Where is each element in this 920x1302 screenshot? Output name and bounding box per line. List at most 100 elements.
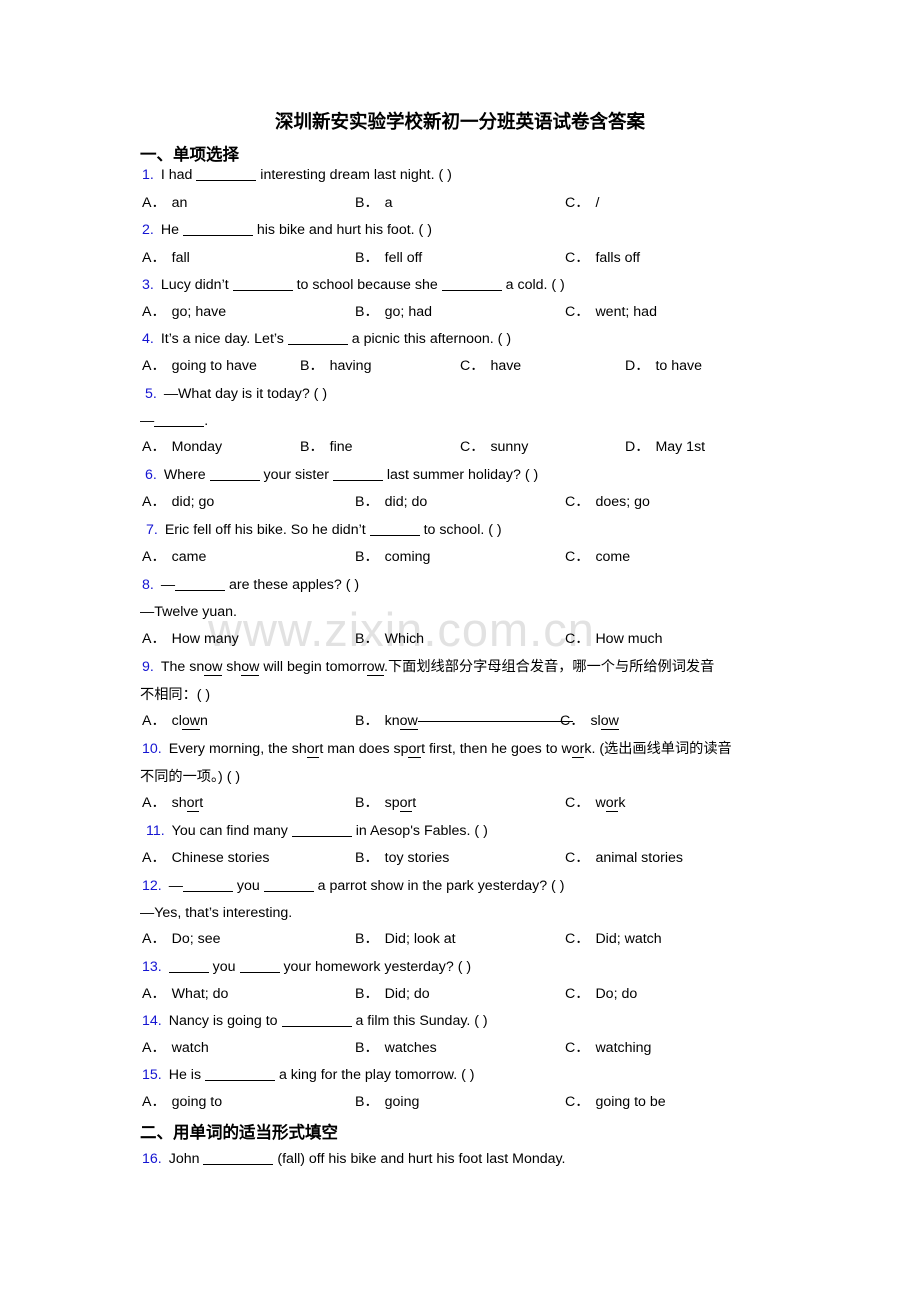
question-number-5: 5. (145, 386, 157, 402)
option-7-a[interactable]: A． came (142, 550, 206, 564)
question-text-12b: you (232, 878, 264, 894)
option-text: going to have (171, 358, 257, 374)
option-7-c[interactable]: C． come (565, 550, 630, 564)
option-text: sp (384, 795, 400, 811)
question-stem-15: 15. He is a king for the play tomorrow. (… (142, 1068, 475, 1082)
option-text: Do; do (595, 986, 638, 1002)
option-letter: A． (142, 1040, 166, 1056)
option-15-a[interactable]: A． going to (142, 1095, 222, 1109)
option-text: come (595, 549, 631, 565)
question-text-15a: He is (168, 1067, 205, 1083)
option-15-b[interactable]: B． going (355, 1095, 419, 1109)
option-5-c[interactable]: C． sunny (460, 440, 528, 454)
option-3-a[interactable]: A． go; have (142, 305, 226, 319)
option-7-b[interactable]: B． coming (355, 550, 430, 564)
question-text-8a: — (160, 577, 176, 593)
question-stem-11: 11. You can find many in Aesop's Fables. … (146, 824, 488, 838)
question-number-12: 12. (142, 878, 162, 894)
option-8-b[interactable]: B． Which (355, 632, 424, 646)
question-number-8: 8. (142, 577, 154, 593)
option-2-a[interactable]: A． fall (142, 251, 190, 265)
option-5-b[interactable]: B． fine (300, 440, 353, 454)
option-5-a[interactable]: A． Monday (142, 440, 222, 454)
option-4-b[interactable]: B． having (300, 359, 371, 373)
option-12-b[interactable]: B． Did; look at (355, 932, 456, 946)
option-letter: C． (565, 1040, 590, 1056)
option-6-c[interactable]: C． does; go (565, 495, 650, 509)
option-letter: A． (142, 931, 166, 947)
option-8-c[interactable]: C． How much (565, 632, 662, 646)
option-text: going (384, 1094, 420, 1110)
question-text-14a: Nancy is going to (168, 1013, 282, 1029)
option-14-c[interactable]: C． watching (565, 1041, 651, 1055)
question-text-9c: will begin tomorr (259, 659, 367, 675)
option-4-c[interactable]: C． have (460, 359, 521, 373)
answer-blank (205, 1080, 275, 1081)
option-10-c[interactable]: C． work (565, 795, 625, 812)
option-text: sunny (490, 439, 529, 455)
option-11-b[interactable]: B． toy stories (355, 851, 449, 865)
option-letter: B． (355, 1094, 379, 1110)
answer-blank (232, 290, 293, 291)
option-9-c[interactable]: C． slow (560, 713, 619, 730)
question-text-2a: He (160, 222, 183, 238)
question-stem-8: 8. — are these apples? ( ) (142, 578, 359, 592)
question-stem-9-line2: 不相同：( ) (140, 687, 211, 703)
option-1-a[interactable]: A． an (142, 196, 187, 210)
option-letter: C． (565, 250, 590, 266)
option-12-a[interactable]: A． Do; see (142, 932, 221, 946)
option-3-c[interactable]: C． went; had (565, 305, 657, 319)
option-text: n (200, 713, 208, 729)
option-13-c[interactable]: C． Do; do (565, 987, 637, 1001)
underlined-text: ow (600, 713, 619, 730)
option-9-a[interactable]: A． clown (142, 713, 208, 730)
underlined-text: or (399, 795, 413, 812)
option-11-a[interactable]: A． Chinese stories (142, 851, 269, 865)
option-11-c[interactable]: C． animal stories (565, 851, 683, 865)
option-2-c[interactable]: C． falls off (565, 251, 640, 265)
option-letter: C． (565, 304, 590, 320)
page-title: 深圳新安实验学校新初一分班英语试卷含答案 (274, 111, 645, 132)
option-4-d[interactable]: D． to have (625, 359, 702, 373)
option-10-a[interactable]: A． short (142, 795, 203, 812)
option-letter: B． (355, 195, 379, 211)
option-letter: B． (355, 631, 379, 647)
option-letter: C． (565, 850, 590, 866)
option-6-b[interactable]: B． did; do (355, 495, 427, 509)
option-14-b[interactable]: B． watches (355, 1041, 437, 1055)
option-6-a[interactable]: A． did; go (142, 495, 214, 509)
question-number-13: 13. (142, 959, 162, 975)
option-letter: B． (300, 439, 324, 455)
question-stem-7: 7. Eric fell off his bike. So he didn’t t… (146, 523, 502, 537)
option-3-b[interactable]: B． go; had (355, 305, 432, 319)
option-text: coming (384, 549, 431, 565)
option-4-a[interactable]: A． going to have (142, 359, 257, 373)
option-12-c[interactable]: C． Did; watch (565, 932, 662, 946)
option-1-c[interactable]: C． / (565, 196, 599, 210)
option-15-c[interactable]: C． going to be (565, 1095, 666, 1109)
option-14-a[interactable]: A． watch (142, 1041, 209, 1055)
option-13-b[interactable]: B． Did; do (355, 987, 430, 1001)
question-text-11b: in Aesop's Fables. ( ) (351, 823, 488, 839)
question-text-1b: interesting dream last night. ( ) (256, 167, 452, 183)
option-letter: B． (355, 494, 379, 510)
question-text-9a: The sn (160, 659, 205, 675)
question-number-15: 15. (142, 1067, 162, 1083)
option-text: Did; do (384, 986, 430, 1002)
answer-blank (291, 836, 352, 837)
option-13-a[interactable]: A． What; do (142, 987, 228, 1001)
question-number-10: 10. (142, 741, 162, 757)
option-10-b[interactable]: B． sport (355, 795, 416, 812)
option-5-d[interactable]: D． May 1st (625, 440, 705, 454)
option-1-b[interactable]: B． a (355, 196, 393, 210)
question-text-6b: your sister (259, 467, 333, 483)
option-text: does; go (595, 494, 650, 510)
answer-blank (175, 590, 226, 591)
option-2-b[interactable]: B． fell off (355, 251, 422, 265)
question-text-4a: It’s a nice day. Let’s (160, 331, 288, 347)
option-letter: A． (142, 250, 166, 266)
question-number-1: 1. (142, 167, 154, 183)
question-stem-2: 2. He his bike and hurt his foot. ( ) (142, 223, 432, 237)
option-9-b[interactable]: B． know (355, 713, 573, 730)
option-8-a[interactable]: A． How many (142, 632, 239, 646)
